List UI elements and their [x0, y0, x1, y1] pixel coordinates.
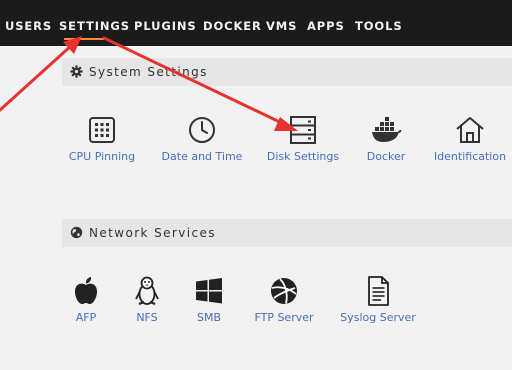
globe-icon [70, 226, 83, 239]
disk-icon [290, 116, 316, 144]
nav-vms[interactable]: VMS [266, 19, 297, 33]
document-icon [368, 276, 389, 306]
tile-label: Docker [366, 150, 406, 163]
tile-label: CPU Pinning [68, 150, 136, 163]
tile-label: Identification [433, 150, 507, 163]
nav-plugins[interactable]: PLUGINS [134, 19, 197, 33]
tile-label: FTP Server [254, 311, 314, 324]
home-icon [456, 117, 484, 143]
clock-icon [189, 117, 215, 143]
system-settings-title: System Settings [89, 65, 208, 79]
tile-docker[interactable]: Docker [341, 114, 431, 166]
active-tab-indicator [64, 38, 104, 40]
gear-icon [70, 65, 83, 78]
top-navigation: USERS SETTINGS PLUGINS DOCKER VMS APPS T… [0, 0, 512, 46]
linux-icon [135, 276, 159, 306]
nav-tools[interactable]: TOOLS [355, 19, 403, 33]
tile-disk-settings[interactable]: Disk Settings [258, 114, 348, 166]
tile-label: Syslog Server [340, 311, 416, 324]
system-settings-header: System Settings [62, 58, 512, 86]
ftp-icon [271, 278, 297, 304]
tile-label: Date and Time [161, 150, 243, 163]
docker-icon [372, 117, 402, 142]
windows-icon [196, 278, 222, 304]
tile-syslog-server[interactable]: Syslog Server [333, 275, 423, 327]
network-services-header: Network Services [62, 219, 512, 247]
tile-ftp-server[interactable]: FTP Server [239, 275, 329, 327]
tile-date-and-time[interactable]: Date and Time [157, 114, 247, 166]
nav-apps[interactable]: APPS [307, 19, 345, 33]
nav-docker[interactable]: DOCKER [203, 19, 262, 33]
tile-label: Disk Settings [266, 150, 340, 163]
apple-icon [75, 277, 97, 304]
network-services-title: Network Services [89, 226, 216, 240]
cpu-icon [89, 117, 115, 143]
tile-identification[interactable]: Identification [425, 114, 512, 166]
nav-users[interactable]: USERS [5, 19, 52, 33]
tile-cpu-pinning[interactable]: CPU Pinning [57, 114, 147, 166]
nav-settings[interactable]: SETTINGS [59, 19, 130, 33]
